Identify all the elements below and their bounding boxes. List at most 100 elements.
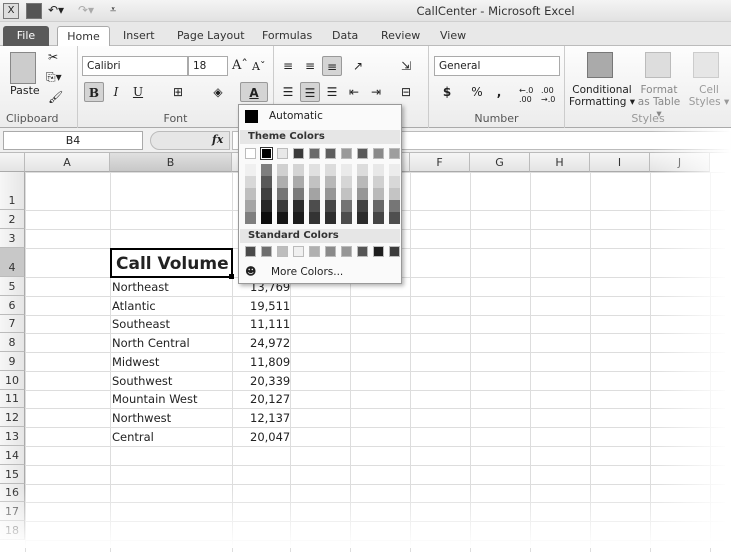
merge-center-icon[interactable]: ⊟ [396, 82, 416, 102]
tab-view[interactable]: View [440, 26, 466, 46]
theme-shade-swatch[interactable] [293, 212, 304, 224]
percent-button[interactable]: % [467, 82, 487, 102]
shrink-font-icon[interactable]: Aˇ [252, 60, 265, 73]
cell-volume[interactable]: 20,127 [232, 390, 290, 408]
theme-shade-swatch[interactable] [389, 188, 400, 200]
theme-shade-swatch[interactable] [309, 212, 320, 224]
cell-b4[interactable]: Call Volume [110, 248, 233, 278]
cell-region[interactable]: Southeast [110, 315, 232, 333]
column-header-g[interactable]: G [470, 153, 530, 172]
theme-shade-swatch[interactable] [293, 200, 304, 212]
cell-region[interactable]: Central [110, 427, 232, 446]
theme-shade-swatch[interactable] [277, 188, 288, 200]
standard-color-swatch[interactable] [309, 246, 320, 257]
theme-shade-swatch[interactable] [373, 176, 384, 188]
cell-region[interactable]: Midwest [110, 352, 232, 371]
row-header-10[interactable]: 10 [0, 371, 25, 390]
increase-decimal-button[interactable]: ←.0 .00 [519, 86, 539, 104]
row-header-8[interactable]: 8 [0, 333, 25, 352]
column-header-h[interactable]: H [530, 153, 590, 172]
standard-color-swatch[interactable] [373, 246, 384, 257]
theme-color-swatch[interactable] [357, 148, 368, 159]
theme-shade-swatch[interactable] [341, 212, 352, 224]
theme-shade-swatch[interactable] [389, 164, 400, 176]
theme-shade-swatch[interactable] [325, 176, 336, 188]
standard-color-swatch[interactable] [293, 246, 304, 257]
automatic-color-swatch[interactable] [245, 110, 258, 123]
theme-shade-swatch[interactable] [389, 200, 400, 212]
theme-color-swatch[interactable] [293, 148, 304, 159]
conditional-formatting-button[interactable]: Conditional Formatting ▾ [569, 84, 635, 108]
automatic-option[interactable]: Automatic [269, 110, 323, 122]
paste-button[interactable]: Paste [10, 84, 40, 97]
theme-shade-swatch[interactable] [357, 200, 368, 212]
row-header-14[interactable]: 14 [0, 446, 25, 465]
theme-shade-swatch[interactable] [357, 164, 368, 176]
row-header-4[interactable]: 4 [0, 248, 25, 277]
format-painter-icon[interactable]: 🖌 [48, 90, 63, 104]
column-header-f[interactable]: F [410, 153, 470, 172]
theme-shade-swatch[interactable] [341, 176, 352, 188]
theme-shade-swatch[interactable] [261, 200, 272, 212]
bold-button[interactable]: B [84, 82, 104, 102]
theme-shade-swatch[interactable] [245, 188, 256, 200]
theme-shade-swatch[interactable] [309, 176, 320, 188]
align-bottom-icon[interactable]: ≡ [322, 56, 342, 76]
currency-button[interactable]: $ [437, 82, 457, 102]
conditional-formatting-icon[interactable] [587, 52, 613, 78]
standard-color-swatch[interactable] [277, 246, 288, 257]
row-header-13[interactable]: 13 [0, 427, 25, 446]
font-size-dropdown[interactable]: 18 [188, 56, 228, 76]
cell-volume[interactable]: 11,809 [232, 352, 290, 371]
tab-formulas[interactable]: Formulas [262, 26, 312, 46]
cell-region[interactable]: Mountain West [110, 390, 232, 408]
theme-shade-swatch[interactable] [261, 164, 272, 176]
align-top-icon[interactable]: ≡ [278, 56, 298, 76]
font-color-button[interactable]: A [240, 82, 268, 102]
cell-volume[interactable]: 20,047 [232, 427, 290, 446]
row-header-6[interactable]: 6 [0, 296, 25, 315]
standard-color-swatch[interactable] [341, 246, 352, 257]
standard-color-swatch[interactable] [389, 246, 400, 257]
increase-indent-icon[interactable]: ⇥ [366, 82, 386, 102]
theme-color-swatch[interactable] [245, 148, 256, 159]
row-header-3[interactable]: 3 [0, 229, 25, 248]
column-header-i[interactable]: I [590, 153, 650, 172]
theme-shade-swatch[interactable] [277, 200, 288, 212]
tab-data[interactable]: Data [332, 26, 358, 46]
theme-shade-swatch[interactable] [245, 164, 256, 176]
theme-shade-swatch[interactable] [357, 176, 368, 188]
theme-shade-swatch[interactable] [341, 200, 352, 212]
theme-color-swatch[interactable] [260, 147, 273, 160]
cell-region[interactable]: North Central [110, 333, 232, 352]
column-header-b[interactable]: B [110, 153, 232, 172]
cell-volume[interactable]: 11,111 [232, 315, 290, 333]
cell-volume[interactable]: 12,137 [232, 408, 290, 427]
theme-shade-swatch[interactable] [357, 188, 368, 200]
number-format-dropdown[interactable]: General [434, 56, 560, 76]
standard-color-swatch[interactable] [261, 246, 272, 257]
fill-color-icon[interactable]: ◈ [208, 82, 228, 102]
decrease-decimal-button[interactable]: .00 →.0 [541, 86, 561, 104]
align-center-icon[interactable]: ☰ [300, 82, 320, 102]
theme-shade-swatch[interactable] [325, 164, 336, 176]
grow-font-icon[interactable]: Aˆ [232, 58, 248, 73]
italic-button[interactable]: I [106, 82, 126, 102]
row-header-7[interactable]: 7 [0, 315, 25, 333]
borders-icon[interactable]: ⊞ [168, 82, 188, 102]
theme-shade-swatch[interactable] [309, 188, 320, 200]
format-as-table-icon[interactable] [645, 52, 671, 78]
theme-shade-swatch[interactable] [373, 164, 384, 176]
row-header-9[interactable]: 9 [0, 352, 25, 371]
row-header-1[interactable]: 1 [0, 172, 25, 210]
decrease-indent-icon[interactable]: ⇤ [344, 82, 364, 102]
theme-shade-swatch[interactable] [357, 212, 368, 224]
cell-volume[interactable]: 19,511 [232, 296, 290, 315]
wrap-text-icon[interactable]: ⇲ [396, 56, 416, 76]
cell-region[interactable]: Atlantic [110, 296, 232, 315]
orientation-icon[interactable]: ↗ [348, 56, 368, 76]
theme-color-swatch[interactable] [373, 148, 384, 159]
select-all-corner[interactable] [0, 153, 25, 172]
theme-shade-swatch[interactable] [245, 176, 256, 188]
cell-region[interactable]: Northwest [110, 408, 232, 427]
